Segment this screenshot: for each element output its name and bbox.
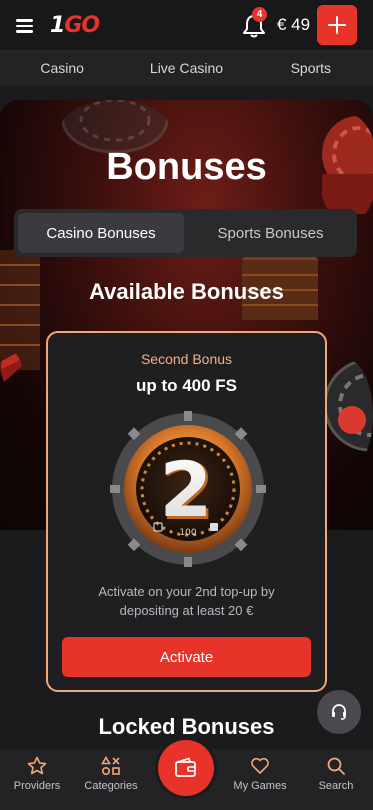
logo[interactable]: 1 GO	[50, 10, 100, 40]
activate-button[interactable]: Activate	[62, 637, 311, 677]
heart-icon	[251, 757, 269, 774]
tab-casino-bonuses[interactable]: Casino Bonuses	[18, 213, 184, 253]
plus-icon-v	[335, 16, 339, 34]
bonus-badge-icon: 2 2 100	[110, 411, 266, 567]
bonus-tabs: Casino Bonuses Sports Bonuses	[14, 209, 357, 257]
wallet-icon	[175, 757, 196, 777]
badge-gauge-label: 100	[179, 528, 196, 538]
balance[interactable]: € 49	[277, 15, 310, 35]
nav-live-casino[interactable]: Live Casino	[124, 51, 248, 86]
categories-icon	[101, 756, 120, 776]
nav-sports[interactable]: Sports	[249, 51, 373, 86]
bottom-nav-label: My Games	[233, 780, 287, 792]
logo-part-2: GO	[64, 12, 100, 38]
logo-part-1: 1	[50, 12, 65, 38]
bottom-nav-providers[interactable]: Providers	[0, 749, 74, 810]
top-nav: Casino Live Casino Sports	[0, 50, 373, 86]
bonus-subtitle: Second Bonus	[140, 351, 233, 367]
deposit-button[interactable]	[317, 5, 357, 45]
bottom-nav-label: Search	[318, 780, 354, 792]
available-bonuses-heading: Available Bonuses	[89, 279, 284, 304]
bonus-description: Activate on your 2nd top-up by depositin…	[98, 584, 275, 618]
coin-stack-decoration	[0, 250, 40, 370]
bottom-nav-search[interactable]: Search	[299, 749, 373, 810]
bottom-nav-label: Providers	[13, 780, 61, 792]
menu-icon[interactable]	[16, 19, 33, 33]
tab-sports-bonuses[interactable]: Sports Bonuses	[188, 213, 353, 253]
notification-badge: 4	[252, 7, 267, 22]
search-icon	[327, 757, 345, 775]
bonus-title: up to 400 FS	[135, 376, 238, 395]
bottom-nav-my-games[interactable]: My Games	[223, 749, 297, 810]
red-chip-left-decoration	[0, 352, 22, 382]
black-chip-decoration	[323, 360, 373, 452]
bottom-nav-label: Categories	[84, 780, 138, 792]
page-title: Bonuses	[106, 146, 267, 188]
page: 1 GO 4 € 49 Casino Live Casino Sports Bo…	[0, 0, 373, 810]
badge-number: 2	[160, 445, 213, 534]
bottom-nav-categories[interactable]: Categories	[74, 749, 148, 810]
wallet-button[interactable]	[158, 740, 214, 796]
top-header: 1 GO 4 € 49	[0, 0, 373, 50]
star-icon	[27, 756, 47, 775]
locked-bonuses-heading: Locked Bonuses	[98, 714, 275, 739]
nav-casino[interactable]: Casino	[0, 51, 124, 86]
bonus-card: Second Bonus up to 400 FS 2 2 100 Activa…	[46, 331, 327, 692]
